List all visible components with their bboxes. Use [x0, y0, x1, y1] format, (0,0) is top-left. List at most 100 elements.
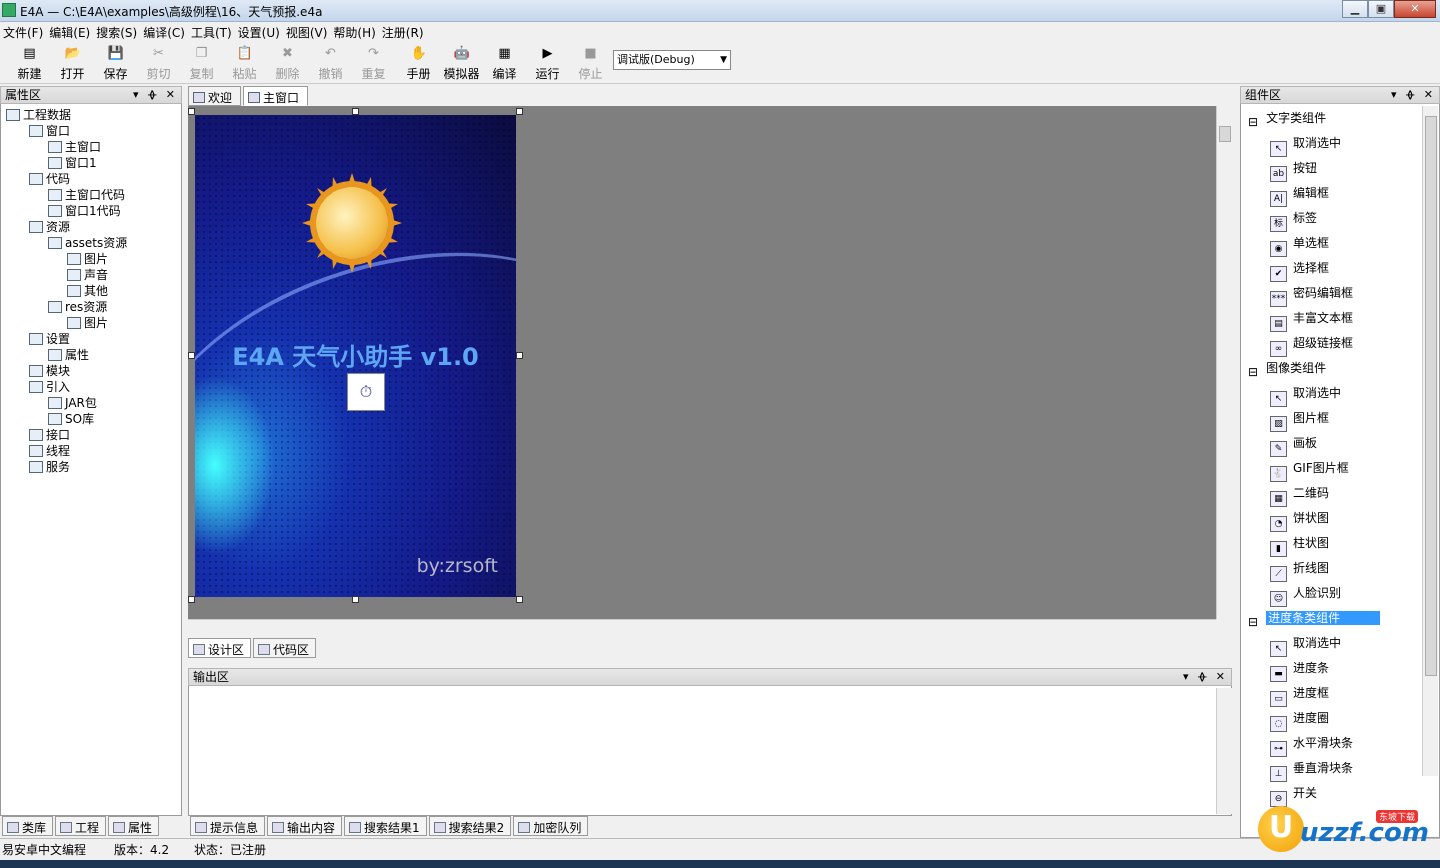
menu-item[interactable]: 工具(T) — [191, 24, 238, 41]
menu-item[interactable]: 编辑(E) — [49, 24, 96, 41]
document-tab[interactable]: 主窗口 — [243, 86, 309, 106]
maximize-button[interactable]: ▣ — [1368, 0, 1394, 18]
tree-node[interactable]: 窗口1代码 — [48, 203, 121, 219]
left-tab[interactable]: 工程 — [55, 816, 107, 836]
component-item[interactable]: ⟋ 折线图 — [1270, 558, 1329, 582]
component-item[interactable]: *** 密码编辑框 — [1270, 283, 1353, 307]
toolbar-button-paste[interactable]: 📋 粘贴 — [223, 42, 266, 82]
component-item[interactable]: ⊥ 垂直滑块条 — [1270, 758, 1353, 782]
tree-node[interactable]: 设置 — [29, 331, 70, 347]
component-item[interactable]: ▦ 二维码 — [1270, 483, 1329, 507]
toolbar-button-cut[interactable]: ✂ 剪切 — [137, 42, 180, 82]
menu-item[interactable]: 帮助(H) — [333, 24, 381, 41]
design-horizontal-scrollbar[interactable] — [188, 619, 1216, 635]
tree-node[interactable]: assets资源 — [48, 235, 127, 251]
component-item[interactable]: ◉ 单选框 — [1270, 233, 1329, 257]
component-item[interactable]: ▮ 柱状图 — [1270, 533, 1329, 557]
toolbar-button-stop[interactable]: ■ 停止 — [569, 42, 612, 82]
component-item[interactable]: 🐇 GIF图片框 — [1270, 458, 1349, 482]
component-group[interactable]: ⊟ 图像类组件 — [1248, 358, 1326, 379]
component-vertical-scrollbar[interactable] — [1422, 106, 1438, 776]
scrollbar-thumb[interactable] — [1219, 126, 1231, 142]
tree-node[interactable]: 主窗口 — [48, 139, 101, 155]
component-group[interactable]: ⊟ 进度条类组件 — [1248, 608, 1381, 629]
tree-node[interactable]: 窗口 — [29, 123, 70, 139]
design-vertical-scrollbar[interactable] — [1216, 106, 1232, 619]
component-item[interactable]: ◔ 饼状图 — [1270, 508, 1329, 532]
output-vertical-scrollbar[interactable] — [1216, 688, 1232, 814]
panel-controls[interactable]: ▾ ᚖ ✕ — [1183, 669, 1228, 685]
resize-handle[interactable] — [516, 108, 523, 115]
resize-handle[interactable] — [188, 352, 195, 359]
tree-node[interactable]: 图片 — [67, 251, 108, 267]
tree-node[interactable]: 引入 — [29, 379, 70, 395]
tree-node[interactable]: 服务 — [29, 459, 70, 475]
resize-handle[interactable] — [352, 108, 359, 115]
toolbar-button-copy[interactable]: ❐ 复制 — [180, 42, 223, 82]
output-tab[interactable]: 提示信息 — [190, 816, 266, 836]
toolbar-button-save[interactable]: 💾 保存 — [94, 42, 137, 82]
output-tab[interactable]: 搜索结果1 — [344, 816, 427, 836]
tree-node[interactable]: 主窗口代码 — [48, 187, 125, 203]
component-item[interactable]: ▬ 进度条 — [1270, 658, 1329, 682]
output-tab[interactable]: 输出内容 — [267, 816, 343, 836]
toolbar-button-new[interactable]: ▤ 新建 — [8, 42, 51, 82]
component-item[interactable]: ↖ 取消选中 — [1270, 133, 1341, 157]
toolbar-button-undo[interactable]: ↶ 撤销 — [309, 42, 352, 82]
design-tab[interactable]: 代码区 — [253, 638, 317, 658]
component-item[interactable]: ☺ 人脸识别 — [1270, 583, 1341, 607]
tree-node[interactable]: 图片 — [67, 315, 108, 331]
menu-item[interactable]: 文件(F) — [3, 24, 49, 41]
toolbar-button-open[interactable]: 📂 打开 — [51, 42, 94, 82]
component-item[interactable]: ∞ 超级链接框 — [1270, 333, 1353, 357]
component-item[interactable]: ▤ 丰富文本框 — [1270, 308, 1353, 332]
tree-node[interactable]: 代码 — [29, 171, 70, 187]
tree-node[interactable]: res资源 — [48, 299, 107, 315]
component-item[interactable]: ▨ 图片框 — [1270, 408, 1329, 432]
left-tab[interactable]: 属性 — [108, 816, 160, 836]
menu-item[interactable]: 注册(R) — [382, 24, 430, 41]
resize-handle[interactable] — [516, 352, 523, 359]
tree-node[interactable]: 接口 — [29, 427, 70, 443]
panel-controls[interactable]: ▾ ᚖ ✕ — [133, 87, 178, 103]
menu-item[interactable]: 搜索(S) — [96, 24, 143, 41]
tree-node[interactable]: 声音 — [67, 267, 108, 283]
component-item[interactable]: ab 按钮 — [1270, 158, 1317, 182]
component-item[interactable]: ↖ 取消选中 — [1270, 633, 1341, 657]
resize-handle[interactable] — [188, 108, 195, 115]
tree-node[interactable]: 属性 — [48, 347, 89, 363]
output-tab[interactable]: 搜索结果2 — [428, 816, 512, 836]
component-item[interactable]: 标标签 — [1270, 208, 1317, 232]
component-item[interactable]: ⊶ 水平滑块条 — [1270, 733, 1353, 757]
phone-preview[interactable]: E4A 天气小助手 v1.0 ⏱ by:zrsoft — [195, 115, 516, 597]
component-group[interactable]: ⊟ 文字类组件 — [1248, 108, 1326, 129]
build-mode-select[interactable]: 调试版(Debug) ▼ — [613, 50, 731, 70]
timer-icon[interactable]: ⏱ — [347, 373, 385, 411]
component-item[interactable]: ✎ 画板 — [1270, 433, 1317, 457]
tree-node[interactable]: 窗口1 — [48, 155, 97, 171]
component-item[interactable]: ◌ 进度圈 — [1270, 708, 1329, 732]
output-tab[interactable]: 加密队列 — [513, 816, 589, 836]
toolbar-button-run[interactable]: ▶ 运行 — [526, 42, 569, 82]
tree-node[interactable]: 其他 — [67, 283, 108, 299]
close-button[interactable]: ✕ — [1394, 0, 1436, 18]
toolbar-button-compile[interactable]: ▦ 编译 — [483, 42, 526, 82]
toolbar-button-android[interactable]: 🤖 模拟器 — [440, 42, 483, 82]
menu-item[interactable]: 设置(U) — [238, 24, 286, 41]
minimize-button[interactable]: ▁ — [1342, 0, 1368, 18]
tree-node[interactable]: JAR包 — [48, 395, 97, 411]
resize-handle[interactable] — [188, 596, 195, 603]
component-item[interactable]: A| 编辑框 — [1270, 183, 1329, 207]
toolbar-button-delete[interactable]: ✖ 删除 — [266, 42, 309, 82]
design-tab[interactable]: 设计区 — [188, 638, 252, 658]
panel-controls[interactable]: ▾ ᚖ ✕ — [1391, 87, 1436, 103]
tree-node[interactable]: SO库 — [48, 411, 94, 427]
toolbar-button-manual[interactable]: ✋ 手册 — [397, 42, 440, 82]
scrollbar-thumb[interactable] — [1425, 116, 1437, 676]
tree-node[interactable]: 线程 — [29, 443, 70, 459]
tree-node[interactable]: 工程数据 — [6, 107, 71, 123]
tree-node[interactable]: 模块 — [29, 363, 70, 379]
component-item[interactable]: ✔ 选择框 — [1270, 258, 1329, 282]
component-item[interactable]: ▭ 进度框 — [1270, 683, 1329, 707]
toolbar-button-redo[interactable]: ↷ 重复 — [352, 42, 395, 82]
